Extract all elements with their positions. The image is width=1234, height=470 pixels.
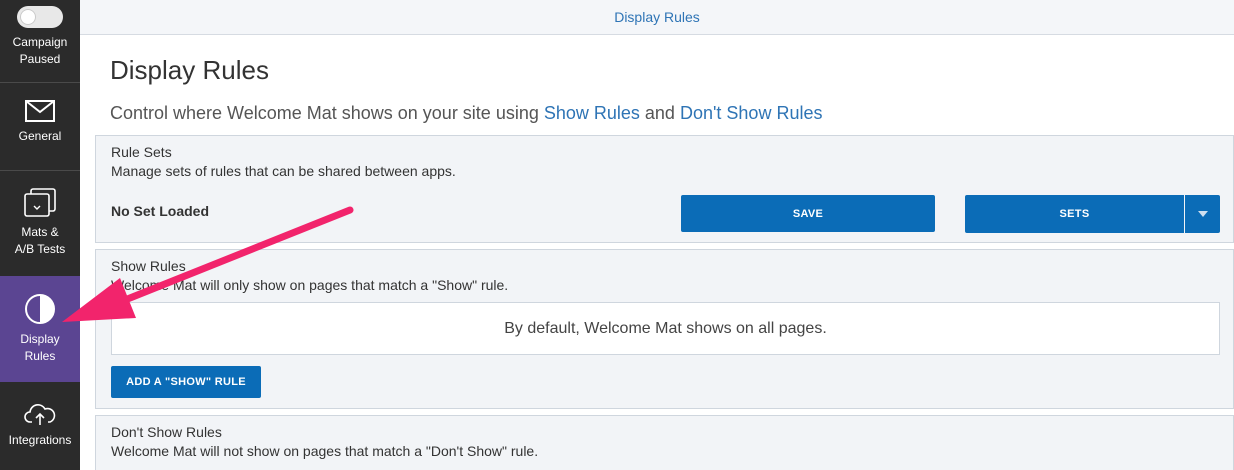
show-rules-description: Welcome Mat will only show on pages that… (111, 277, 509, 293)
sidebar-item-label: General (18, 129, 62, 143)
subtitle-text: Control where Welcome Mat shows on your … (110, 103, 544, 123)
show-rules-link[interactable]: Show Rules (544, 103, 640, 123)
show-rules-empty-state: By default, Welcome Mat shows on all pag… (111, 302, 1220, 355)
sets-button[interactable]: SETS (965, 195, 1184, 233)
stacked-windows-icon (24, 188, 56, 217)
sidebar-item-label: Mats & A/B Tests (14, 225, 66, 256)
rule-sets-description: Manage sets of rules that can be shared … (111, 163, 456, 179)
save-button[interactable]: SAVE (681, 195, 935, 232)
toggle-switch[interactable] (17, 6, 63, 28)
sets-dropdown-button[interactable] (1185, 195, 1220, 233)
sidebar: Campaign Paused General Mats & A/B Tests… (0, 0, 80, 470)
campaign-status-toggle[interactable]: Campaign Paused (0, 0, 80, 80)
sidebar-item-label: Display Rules (20, 332, 60, 363)
header-title: Display Rules (614, 9, 700, 25)
sidebar-divider (0, 82, 80, 83)
sidebar-item-integrations[interactable]: Integrations (0, 402, 80, 462)
sidebar-item-label: Integrations (8, 433, 72, 447)
dont-show-rules-description: Welcome Mat will not show on pages that … (111, 443, 539, 459)
sidebar-item-display-rules[interactable]: Display Rules (0, 276, 80, 382)
sidebar-divider (0, 170, 80, 171)
cloud-upload-icon (24, 404, 56, 425)
dont-show-rules-title: Don't Show Rules (111, 424, 222, 440)
dont-show-rules-panel: Don't Show Rules Welcome Mat will not sh… (95, 415, 1234, 470)
dont-show-rules-link[interactable]: Don't Show Rules (680, 103, 823, 123)
add-show-rule-button[interactable]: ADD A "SHOW" RULE (111, 366, 261, 398)
page-title: Display Rules (110, 55, 269, 85)
loaded-set-status: No Set Loaded (111, 203, 210, 219)
main-content: Display Rules Display Rules Control wher… (80, 0, 1234, 470)
toggle-knob (20, 9, 36, 25)
show-rules-title: Show Rules (111, 258, 186, 274)
rule-sets-title: Rule Sets (111, 144, 172, 160)
sidebar-item-mats-ab-tests[interactable]: Mats & A/B Tests (0, 188, 80, 268)
subtitle-and: and (639, 103, 680, 123)
show-rules-panel: Show Rules Welcome Mat will only show on… (95, 249, 1234, 409)
page-subtitle: Control where Welcome Mat shows on your … (110, 103, 822, 124)
header-bar: Display Rules (80, 0, 1234, 35)
half-circle-icon (25, 294, 55, 324)
sidebar-item-general[interactable]: General (0, 100, 80, 160)
campaign-status-label: Campaign Paused (12, 35, 68, 66)
envelope-icon (25, 100, 55, 122)
rule-sets-panel: Rule Sets Manage sets of rules that can … (95, 135, 1234, 243)
caret-down-icon (1197, 211, 1208, 217)
